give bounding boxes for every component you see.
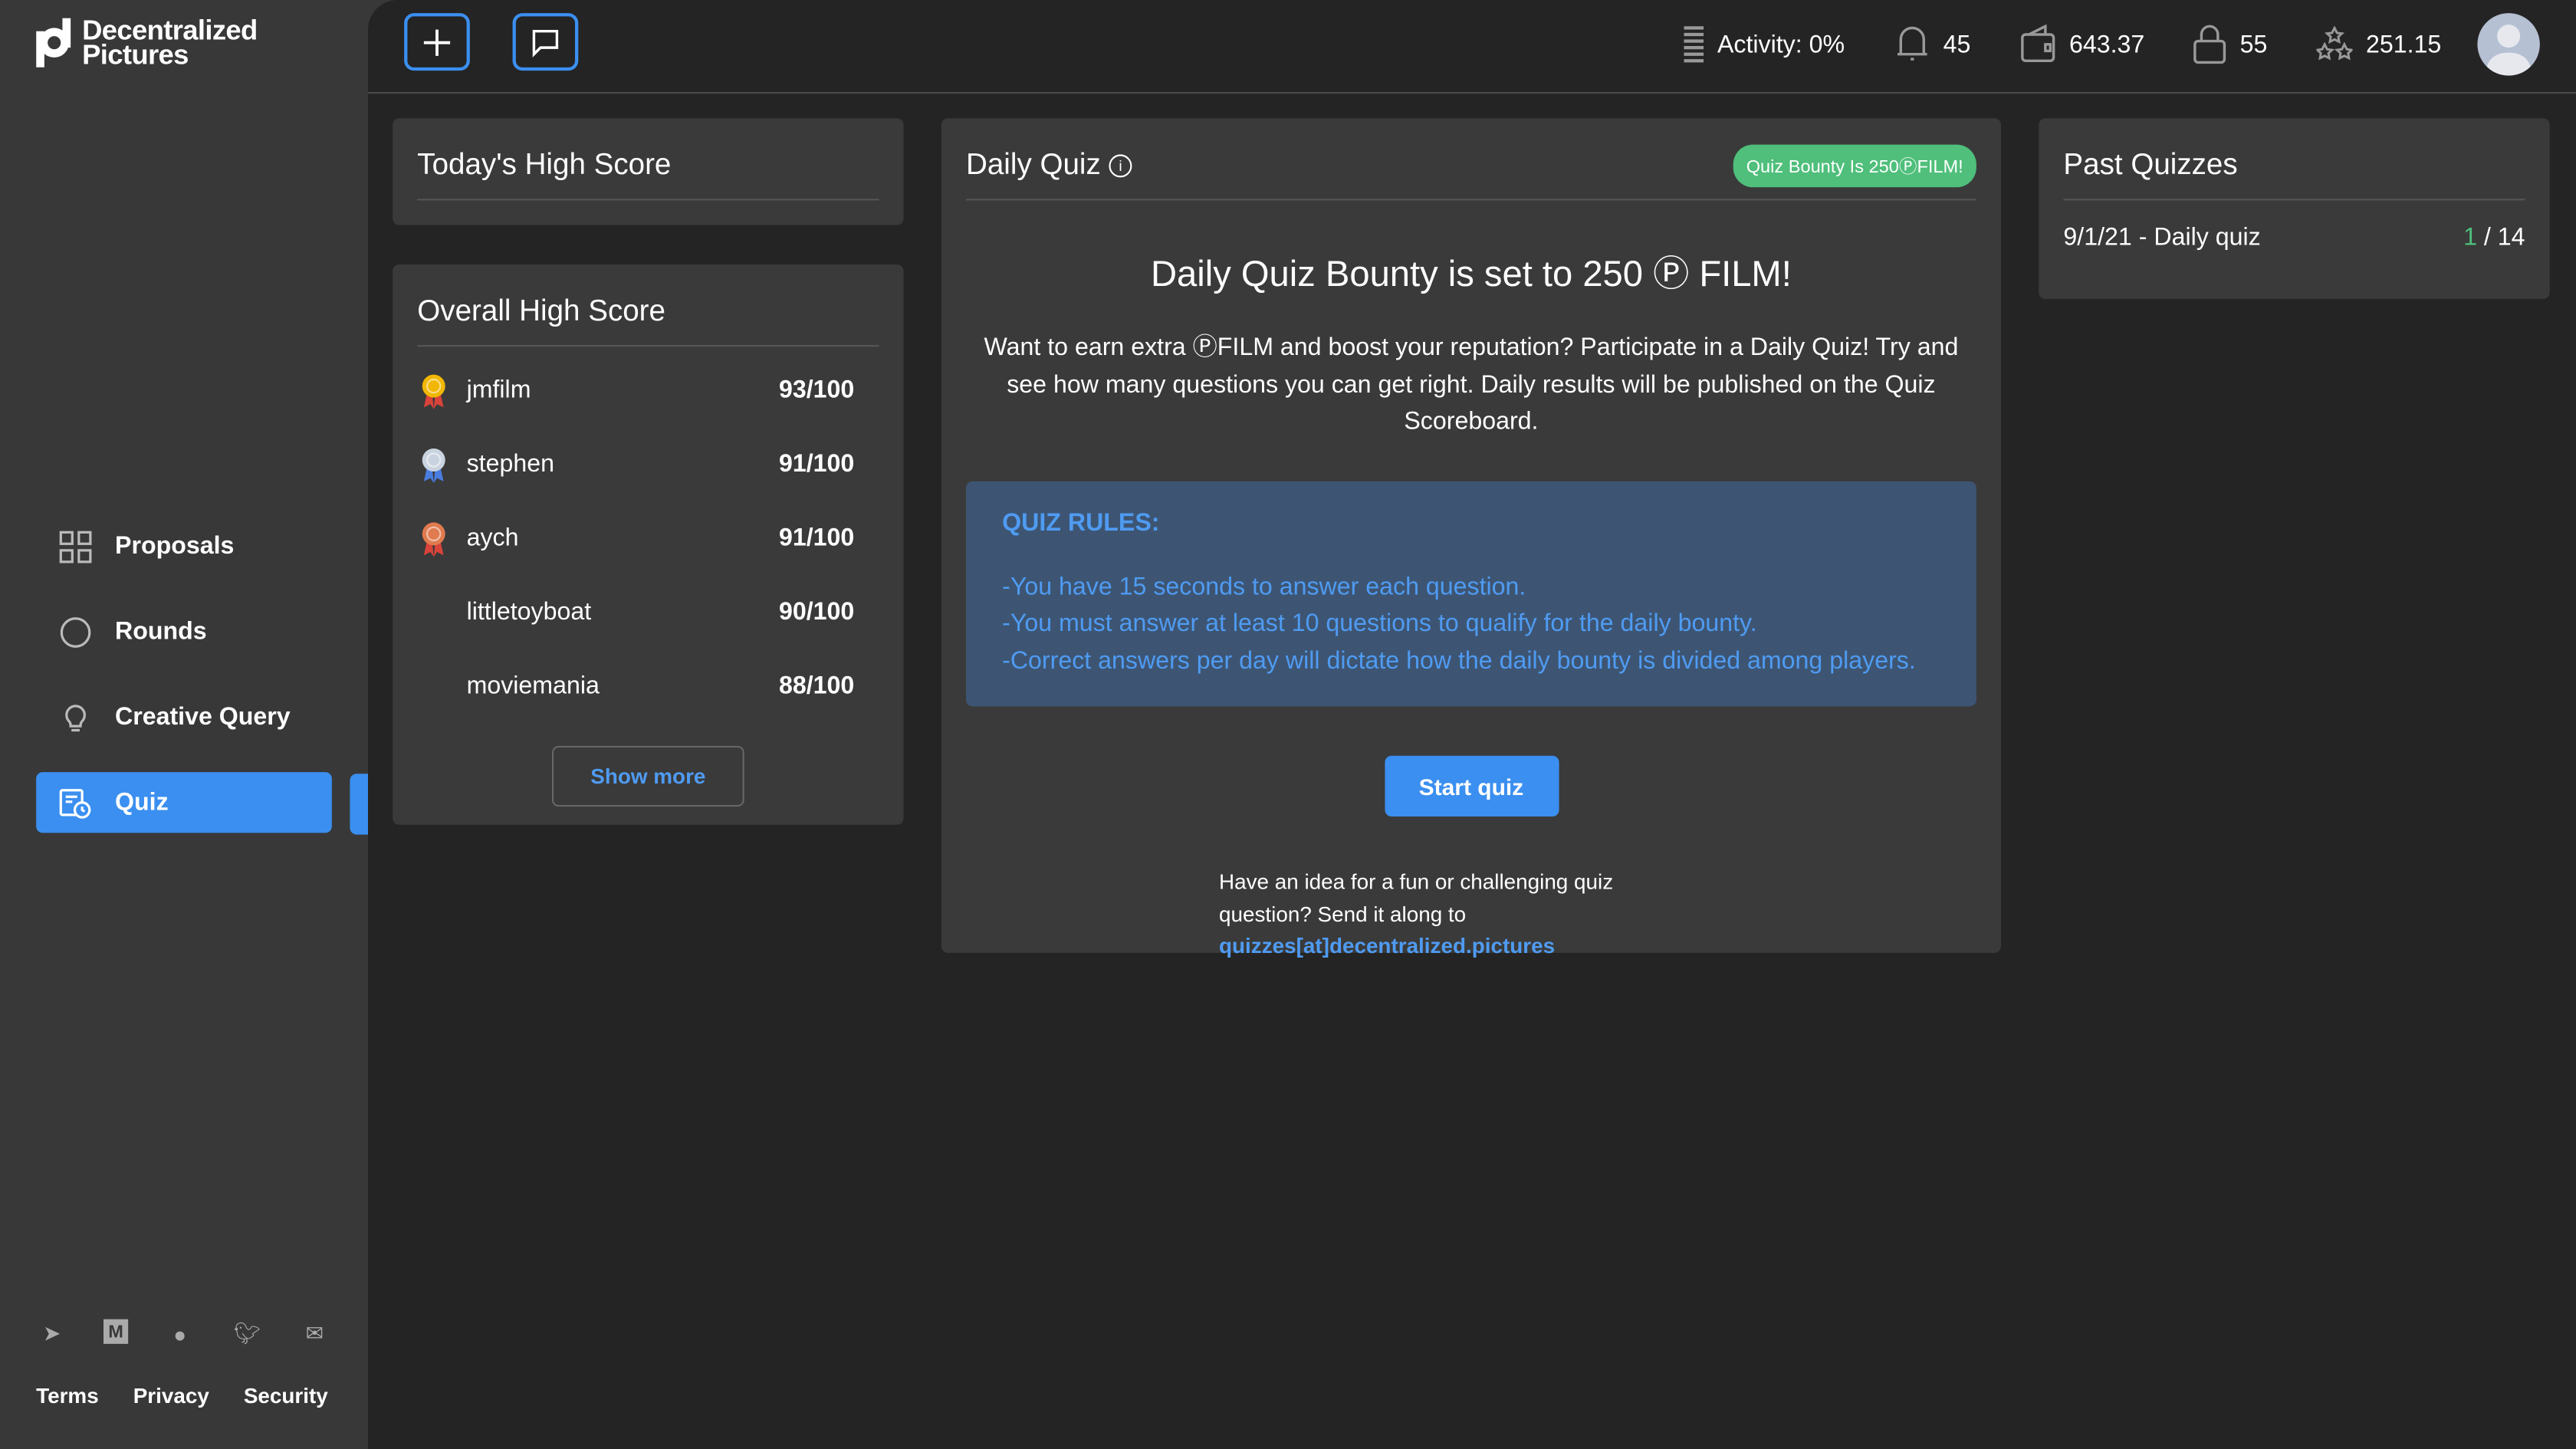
notifications-stat[interactable]: 45	[1894, 25, 1970, 64]
info-icon[interactable]: i	[1109, 154, 1132, 178]
player-score: 91/100	[778, 450, 855, 478]
no-medal	[417, 668, 450, 704]
footer-links: Terms Privacy Security	[36, 1383, 328, 1408]
user-stats: Activity: 0% 45 643.37 55 251.15	[1684, 13, 2540, 76]
plus-icon	[423, 28, 451, 55]
sidebar-item-quiz[interactable]: Quiz	[36, 772, 332, 833]
locked-stat[interactable]: 55	[2194, 25, 2268, 64]
correct-count: 1	[2463, 223, 2477, 251]
idea-text: Have an idea for a fun or challenging qu…	[1219, 866, 1663, 961]
grid-icon	[59, 530, 92, 563]
rule: -You have 15 seconds to answer each ques…	[1002, 572, 1526, 601]
reputation-value: 251.15	[2365, 30, 2442, 59]
lock-icon	[2194, 25, 2227, 64]
show-more-button[interactable]: Show more	[552, 745, 744, 807]
chat-icon	[532, 28, 559, 57]
topbar: Activity: 0% 45 643.37 55 251.15	[368, 0, 2576, 94]
wallet-stat[interactable]: 643.37	[2020, 25, 2145, 64]
player-score: 93/100	[778, 376, 855, 405]
privacy-link[interactable]: Privacy	[133, 1383, 209, 1408]
score-row: moviemania 88/100	[393, 649, 903, 722]
score-row: stephen 91/100	[393, 427, 903, 501]
sidebar-item-label: Proposals	[115, 532, 235, 560]
idea-message: Have an idea for a fun or challenging qu…	[1219, 869, 1614, 926]
score-row: aych 91/100	[393, 501, 903, 575]
social-links: ➤ M ● 🐦︎ ✉	[36, 1319, 330, 1349]
stars-icon	[2316, 26, 2353, 61]
bounty-headline: Daily Quiz Bounty is set to 250 Ⓟ FILM!	[1151, 253, 1792, 294]
medium-icon[interactable]: M	[104, 1319, 129, 1344]
sidebar-item-rounds[interactable]: Rounds	[36, 601, 332, 662]
activity-bars-icon	[1684, 26, 1704, 63]
wallet-icon	[2020, 25, 2055, 62]
daily-quiz-card: Daily Quiz i Quiz Bounty Is 250ⓅFILM! Da…	[941, 118, 2001, 958]
wallet-balance: 643.37	[2068, 30, 2145, 59]
sidebar-item-label: Quiz	[115, 788, 169, 816]
card-title: Overall High Score	[417, 264, 879, 347]
reputation-stat[interactable]: 251.15	[2316, 26, 2442, 62]
rules-title: QUIZ RULES:	[1002, 508, 1160, 537]
logo[interactable]: Decentralized Pictures	[36, 16, 258, 71]
player-name: aych	[466, 524, 519, 552]
sidebar-item-proposals[interactable]: Proposals	[36, 516, 332, 577]
rule: -Correct answers per day will dictate ho…	[1002, 646, 1916, 675]
activity-stat[interactable]: Activity: 0%	[1684, 25, 1845, 64]
add-button[interactable]	[404, 13, 470, 71]
quiz-rules: QUIZ RULES: -You have 15 seconds to answ…	[966, 480, 1976, 707]
score-row: littletoyboat 90/100	[393, 575, 903, 649]
daily-quiz-title: Daily Quiz	[966, 147, 1101, 181]
avatar[interactable]	[2477, 13, 2540, 76]
player-name: stephen	[466, 450, 554, 478]
card-title: Past Quizzes	[2063, 118, 2525, 201]
active-indicator	[350, 774, 368, 835]
gold-medal-icon	[417, 372, 450, 409]
sidebar-nav: Proposals Rounds Creative Query Quiz	[36, 516, 332, 858]
player-name: littletoyboat	[466, 598, 592, 626]
sidebar-item-label: Creative Query	[115, 703, 291, 731]
player-name: jmfilm	[466, 376, 531, 405]
silver-medal-icon	[417, 446, 450, 482]
logo-icon	[36, 18, 71, 67]
user-icon	[2486, 25, 2532, 76]
twitter-icon[interactable]: 🐦︎	[232, 1319, 263, 1349]
total-count: / 14	[2483, 223, 2525, 251]
rule: -You must answer at least 10 questions t…	[1002, 610, 1757, 638]
locked-value: 55	[2239, 30, 2268, 59]
overall-high-score-card: Overall High Score jmfilm 93/100 stephen 91…	[393, 264, 904, 825]
bronze-medal-icon	[417, 520, 450, 557]
player-name: moviemania	[466, 672, 600, 700]
terms-link[interactable]: Terms	[36, 1383, 99, 1408]
card-title: Today's High Score	[417, 118, 879, 201]
quiz-description: Want to earn extra ⓅFILM and boost your …	[984, 334, 1959, 435]
sidebar: Decentralized Pictures Proposals Rounds C…	[0, 0, 368, 1449]
notifications-count: 45	[1943, 30, 1971, 59]
past-quizzes-card: Past Quizzes 9/1/21 - Daily quiz 1 / 14	[2039, 118, 2550, 299]
sidebar-item-creative-query[interactable]: Creative Query	[36, 687, 332, 748]
no-medal	[417, 594, 450, 630]
email-link[interactable]: quizzes[at]decentralized.pictures	[1219, 930, 1663, 962]
lightbulb-icon	[59, 701, 92, 734]
activity-value: Activity: 0%	[1717, 30, 1845, 59]
quiz-icon	[59, 786, 92, 819]
past-quiz-row[interactable]: 9/1/21 - Daily quiz 1 / 14	[2039, 200, 2549, 274]
github-icon[interactable]: ●	[164, 1319, 196, 1349]
security-link[interactable]: Security	[244, 1383, 328, 1408]
past-quiz-label: 9/1/21 - Daily quiz	[2063, 223, 2261, 251]
player-score: 90/100	[778, 598, 855, 626]
bell-icon	[1897, 26, 1927, 61]
mail-icon[interactable]: ✉	[299, 1319, 330, 1349]
telegram-icon[interactable]: ➤	[36, 1319, 67, 1349]
start-quiz-button[interactable]: Start quiz	[1384, 755, 1559, 816]
bounty-badge: Quiz Bounty Is 250ⓅFILM!	[1733, 144, 1976, 188]
score-row: jmfilm 93/100	[393, 353, 903, 427]
main: Activity: 0% 45 643.37 55 251.15 Today's…	[368, 0, 2576, 1449]
chat-button[interactable]	[512, 13, 579, 71]
sidebar-item-label: Rounds	[115, 617, 207, 646]
player-score: 91/100	[778, 524, 855, 552]
todays-high-score-card: Today's High Score	[393, 118, 904, 225]
brand-line2: Pictures	[82, 39, 189, 71]
circle-icon	[59, 616, 92, 649]
player-score: 88/100	[778, 672, 855, 700]
